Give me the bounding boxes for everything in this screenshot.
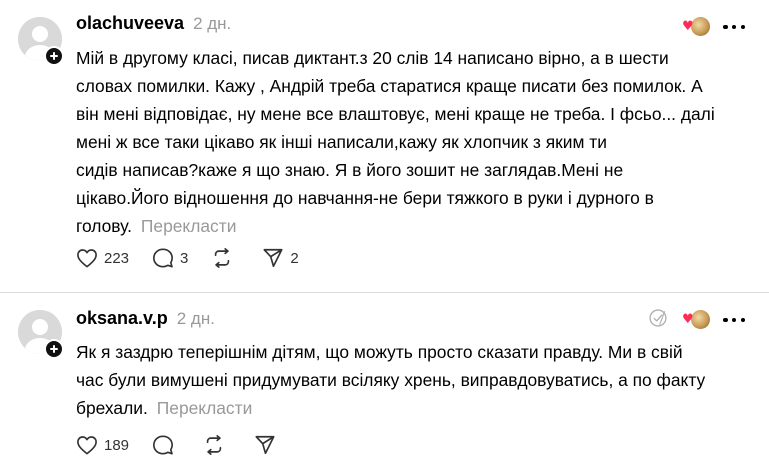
reactions-indicator[interactable]: ♥: [682, 17, 710, 36]
comment-text-line: сидів написав?каже я що знаю. Я в його з…: [76, 160, 624, 180]
like-button[interactable]: 189: [76, 435, 129, 455]
reply-button[interactable]: [152, 434, 180, 456]
more-icon[interactable]: [723, 317, 745, 323]
action-bar: 189: [76, 433, 305, 457]
more-icon[interactable]: [723, 24, 745, 30]
send-icon: [263, 248, 283, 268]
comment-text-line-last: брехали. Перекласти: [76, 394, 705, 422]
comment-header: olachuveeva 2 дн.: [76, 13, 231, 35]
username[interactable]: oksana.v.p: [76, 308, 168, 329]
heart-icon: [77, 436, 97, 455]
comment-text-tail: голову.: [76, 216, 132, 236]
comment-text-line: словах помилки. Кажу , Андрій треба стар…: [76, 76, 703, 96]
comment-text-line: мені ж все таки цікаво як інші написали,…: [76, 132, 607, 152]
comment-text-line: Мій в другому класі, писав диктант.з 20 …: [76, 48, 669, 68]
comment-text-line: цікаво.Його відношення до навчання-не бе…: [76, 188, 654, 208]
username[interactable]: olachuveeva: [76, 13, 184, 34]
heart-icon: [77, 249, 97, 268]
like-count: 189: [104, 436, 130, 454]
comment-text: Як я заздрю теперішнім дітям, що можуть …: [76, 338, 705, 422]
share-button[interactable]: 2: [262, 247, 299, 269]
timestamp[interactable]: 2 дн.: [177, 309, 215, 329]
like-button[interactable]: 223: [76, 248, 129, 268]
send-icon: [255, 435, 275, 455]
share-button[interactable]: [254, 434, 282, 456]
reply-count: 3: [180, 249, 189, 267]
author-liked-icon: [649, 309, 667, 327]
comment-icon: [153, 435, 174, 455]
reactions-indicator[interactable]: ♥: [682, 310, 710, 329]
repost-icon: [206, 435, 222, 455]
reply-button[interactable]: 3: [152, 247, 188, 269]
comment-text-line: Як я заздрю теперішнім дітям, що можуть …: [76, 342, 683, 362]
action-bar: 223 3 2: [76, 246, 322, 270]
timestamp[interactable]: 2 дн.: [193, 14, 231, 34]
follow-plus-icon[interactable]: [44, 339, 64, 359]
repost-button[interactable]: [203, 434, 231, 456]
comment-item: oksana.v.p 2 дн. ♥ Як я заздрю теперішні…: [0, 293, 769, 469]
follow-plus-icon[interactable]: [44, 46, 64, 66]
translate-link[interactable]: Перекласти: [141, 216, 237, 236]
share-count: 2: [290, 249, 299, 267]
repost-button[interactable]: [211, 247, 239, 269]
reaction-heart-icon: ♥: [682, 312, 694, 327]
comment-icon: [153, 248, 174, 268]
reaction-heart-icon: ♥: [682, 19, 694, 34]
comment-text-tail: брехали.: [76, 398, 148, 418]
comment-text-line: час були вимушені придумувати всіляку хр…: [76, 370, 706, 390]
comment-text-line: він мені відповідає, ну мене все влаштов…: [76, 104, 715, 124]
comment-header: oksana.v.p 2 дн.: [76, 308, 215, 330]
comment-item: olachuveeva 2 дн. ♥ Мій в другому класі,…: [0, 0, 769, 292]
comment-text: Мій в другому класі, писав диктант.з 20 …: [76, 44, 715, 240]
comment-text-line-last: голову. Перекласти: [76, 212, 715, 240]
like-count: 223: [104, 249, 130, 267]
translate-link[interactable]: Перекласти: [157, 398, 253, 418]
repost-icon: [215, 248, 230, 268]
